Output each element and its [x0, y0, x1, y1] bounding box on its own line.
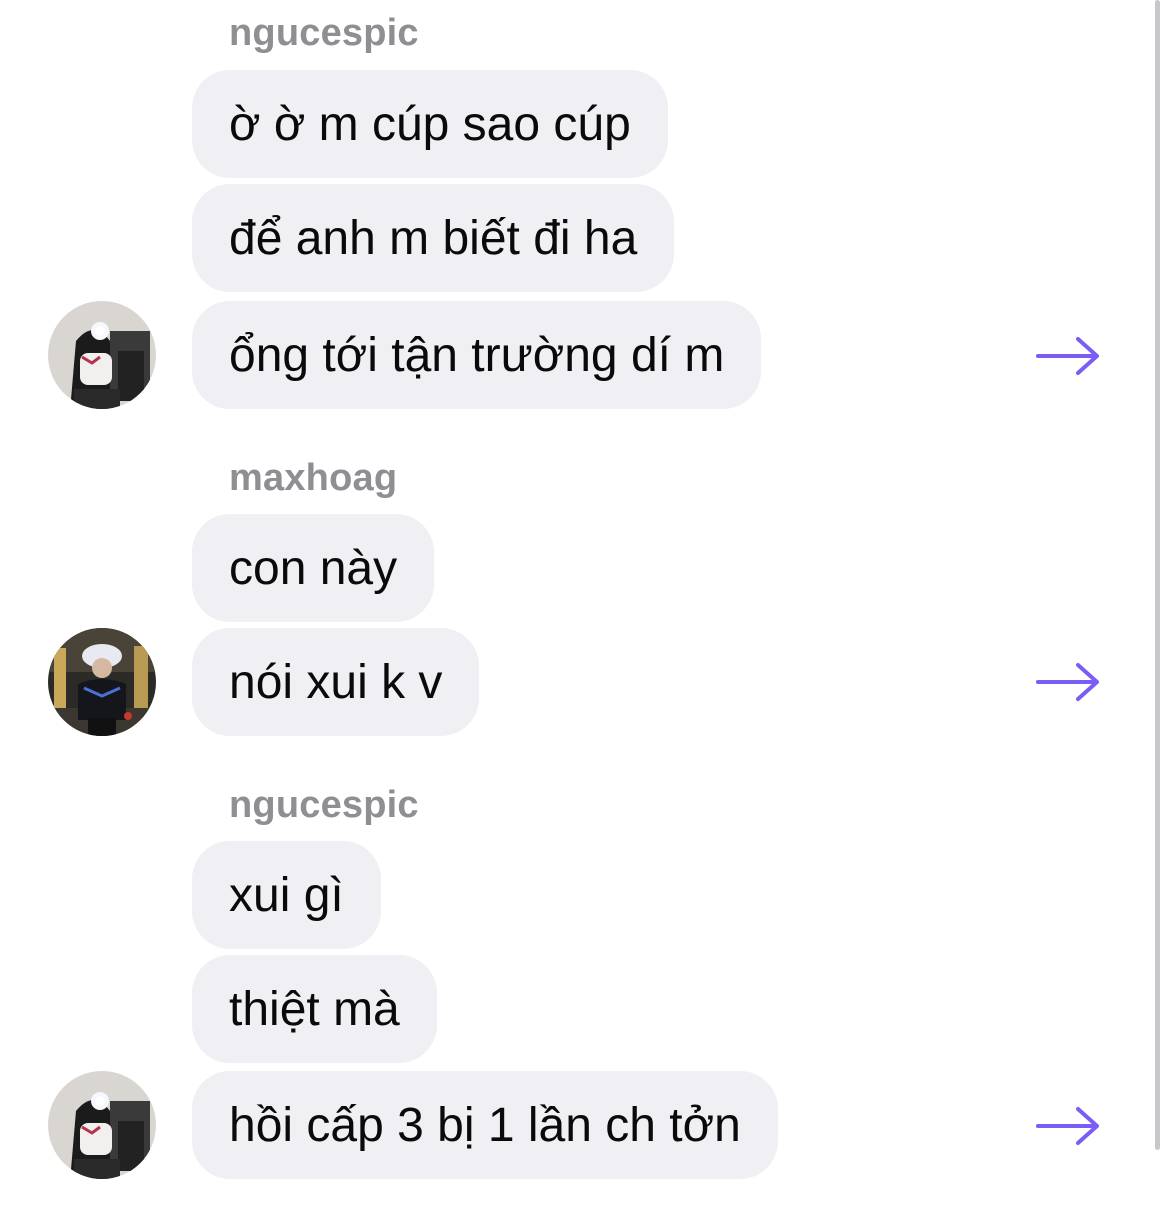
avatar[interactable] [48, 301, 156, 409]
chat-thread: ngucespic ờ ờ m cúp sao cúp để anh m biế… [0, 0, 1170, 1211]
sender-name[interactable]: maxhoag [229, 455, 397, 501]
message-bubble[interactable]: thiệt mà [192, 955, 437, 1063]
message-bubble[interactable]: ờ ờ m cúp sao cúp [192, 70, 668, 178]
message-bubble[interactable]: hồi cấp 3 bị 1 lần ch tởn [192, 1071, 778, 1179]
message-bubble[interactable]: con này [192, 514, 435, 622]
avatar[interactable] [48, 1071, 156, 1179]
avatar-photo [48, 1071, 156, 1179]
sender-name[interactable]: ngucespic [229, 10, 419, 56]
arrow-right-icon[interactable] [1036, 662, 1100, 702]
sender-name[interactable]: ngucespic [229, 782, 419, 828]
arrow-right-icon[interactable] [1036, 336, 1100, 376]
avatar-photo [48, 628, 156, 736]
avatar[interactable] [48, 628, 156, 736]
avatar-photo [48, 301, 156, 409]
arrow-right-icon[interactable] [1036, 1106, 1100, 1146]
message-bubble[interactable]: xui gì [192, 841, 381, 949]
scrollbar[interactable] [1155, 0, 1160, 1150]
message-bubble[interactable]: để anh m biết đi ha [192, 184, 675, 292]
message-bubble[interactable]: ổng tới tận trường dí m [192, 301, 762, 409]
message-bubble[interactable]: nói xui k v [192, 628, 480, 736]
